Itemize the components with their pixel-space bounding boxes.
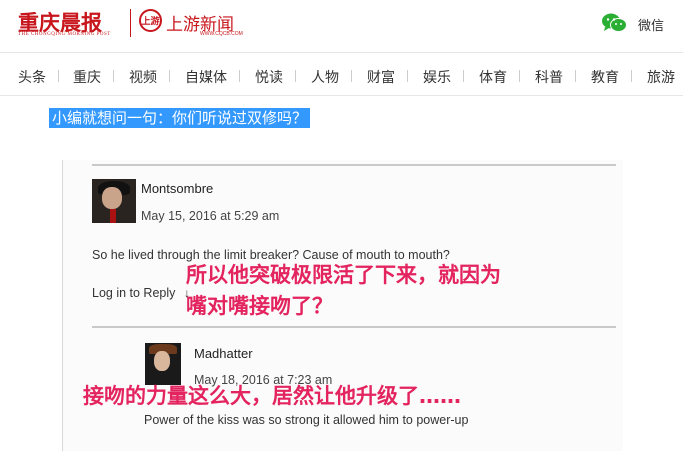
site-header: 重庆晨报 THE CHONGQING MORNING POST 上游 上游新闻 … (0, 0, 683, 48)
reply-link: Log in to Reply (92, 286, 176, 300)
comment-author: Madhatter (194, 346, 253, 361)
comment-screenshot: Montsombre May 15, 2016 at 5:29 am So he… (62, 160, 623, 451)
nav-separator (631, 70, 632, 82)
nav-item-sports[interactable]: 体育 (479, 67, 507, 87)
overlay-caption-line: 所以他突破极限活了下来，就因为 (186, 263, 501, 287)
nav-item-travel[interactable]: 旅游 (647, 67, 675, 87)
nav-item-chongqing[interactable]: 重庆 (73, 67, 101, 87)
nav-item-people[interactable]: 人物 (311, 67, 339, 87)
overlay-caption-line: 嘴对嘴接吻了？ (186, 294, 333, 318)
nav-separator (169, 70, 170, 82)
nav-separator (295, 70, 296, 82)
overlay-caption: 所以他突破极限活了下来，就因为 嘴对嘴接吻了？ (186, 260, 501, 322)
category-nav: 头条 重庆 视频 自媒体 悦读 人物 财富 娱乐 体育 科普 教育 旅游 (0, 52, 683, 96)
article-headline: 小编就想问一句：你们听说过双修吗？ (49, 108, 311, 128)
nav-separator (519, 70, 520, 82)
nav-separator (351, 70, 352, 82)
nav-separator (463, 70, 464, 82)
comment-date: May 15, 2016 at 5:29 am (141, 209, 280, 223)
nav-item-reading[interactable]: 悦读 (255, 67, 283, 87)
brand-divider (130, 9, 131, 37)
avatar (145, 343, 181, 385)
nav-separator (113, 70, 114, 82)
nav-separator (407, 70, 408, 82)
comment-author: Montsombre (141, 181, 214, 196)
overlay-caption: 接吻的力量这么大，居然让他升级了…… (83, 384, 461, 408)
wechat-icon[interactable] (601, 13, 627, 33)
nav-separator (58, 70, 59, 82)
nav-item-education[interactable]: 教育 (591, 67, 619, 87)
comment-divider (92, 326, 616, 328)
nav-item-video[interactable]: 视频 (129, 67, 157, 87)
nav-item-we-media[interactable]: 自媒体 (185, 67, 227, 87)
nav-item-science[interactable]: 科普 (535, 67, 563, 87)
avatar (92, 179, 136, 223)
nav-item-toutiao[interactable]: 头条 (18, 67, 46, 87)
shangyou-logo-icon: 上游 (139, 9, 162, 32)
nav-separator (575, 70, 576, 82)
brand-url: WWW.CQCB.COM (200, 31, 243, 37)
wechat-label[interactable]: 微信 (638, 15, 664, 34)
nav-separator (239, 70, 240, 82)
nav-item-wealth[interactable]: 财富 (367, 67, 395, 87)
comment-text: Power of the kiss was so strong it allow… (144, 413, 469, 427)
nav-item-entertainment[interactable]: 娱乐 (423, 67, 451, 87)
comment-divider (92, 164, 616, 166)
brand-logo-subtitle: THE CHONGQING MORNING POST (18, 32, 111, 37)
